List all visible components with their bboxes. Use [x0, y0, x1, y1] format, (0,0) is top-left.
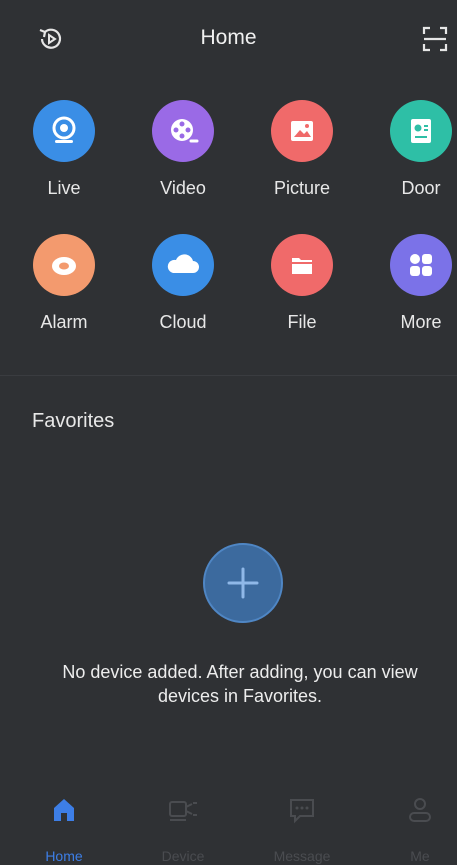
cloud-icon — [152, 234, 214, 296]
tab-label: Message — [273, 848, 331, 864]
favorites-title: Favorites — [32, 410, 115, 432]
app-label: Door — [401, 178, 441, 198]
app-label: File — [287, 312, 317, 332]
app-live[interactable]: Live — [9, 100, 119, 199]
app-file[interactable]: File — [247, 234, 357, 333]
app-label: Picture — [273, 178, 331, 198]
app-video[interactable]: Video — [128, 100, 238, 199]
tab-device[interactable]: Device — [138, 790, 228, 864]
app-label: More — [400, 312, 442, 332]
page-title: Home — [200, 26, 257, 49]
top-bar: Home — [0, 0, 457, 78]
add-device-button[interactable] — [203, 543, 283, 623]
app-door[interactable]: Door — [366, 100, 457, 199]
alarm-icon — [33, 234, 95, 296]
picture-icon — [271, 100, 333, 162]
app-label: Video — [160, 178, 206, 198]
tab-message[interactable]: Message — [257, 790, 347, 864]
tab-label: Me — [410, 848, 430, 864]
user-icon — [375, 790, 457, 830]
tab-me[interactable]: Me — [375, 790, 457, 864]
scan-icon[interactable] — [420, 24, 450, 54]
home-icon — [19, 790, 109, 830]
app-label: Alarm — [40, 312, 88, 332]
empty-state-message: No device added. After adding, you can v… — [62, 662, 418, 706]
bottom-tab-bar: Home Device Message Me — [0, 790, 457, 865]
app-more[interactable]: More — [366, 234, 457, 333]
message-icon — [257, 790, 347, 830]
folder-icon — [271, 234, 333, 296]
door-intercom-icon — [390, 100, 452, 162]
app-label: Cloud — [159, 312, 207, 332]
more-grid-icon — [390, 234, 452, 296]
device-camera-icon — [138, 790, 228, 830]
tab-label: Device — [161, 848, 205, 864]
section-divider — [0, 375, 457, 376]
app-label: Live — [47, 178, 81, 198]
film-reel-icon — [152, 100, 214, 162]
app-cloud[interactable]: Cloud — [128, 234, 238, 333]
app-alarm[interactable]: Alarm — [9, 234, 119, 333]
tab-home[interactable]: Home — [19, 790, 109, 864]
camera-icon — [33, 100, 95, 162]
plus-icon — [227, 567, 259, 599]
app-picture[interactable]: Picture — [247, 100, 357, 199]
tab-label: Home — [45, 848, 83, 864]
